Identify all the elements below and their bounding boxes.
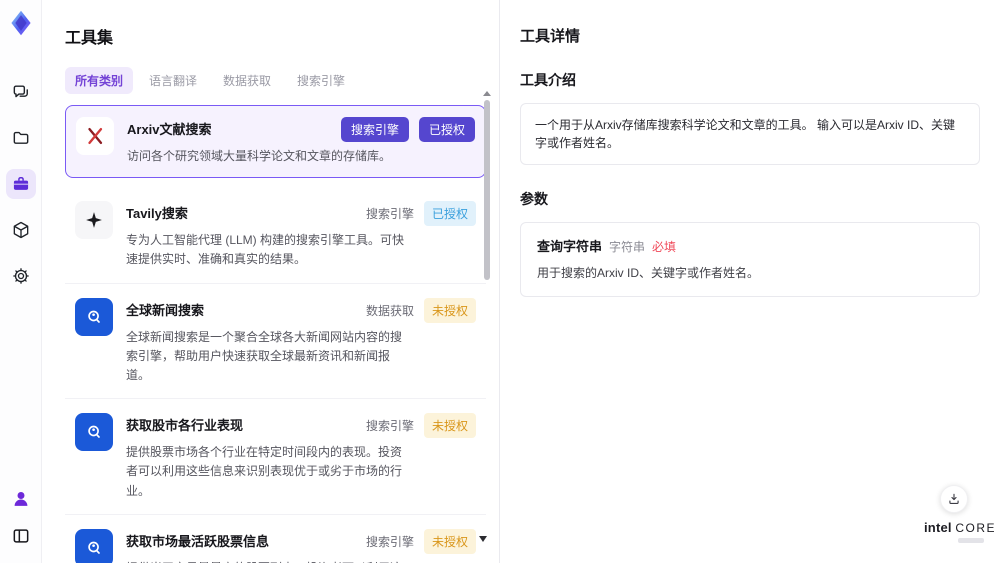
app-logo-icon xyxy=(5,7,37,39)
tool-title: Arxiv文献搜索 xyxy=(127,122,212,137)
status-badge: 未授权 xyxy=(423,413,476,439)
param-name: 查询字符串 xyxy=(537,239,603,254)
scroll-down-arrow-icon[interactable] xyxy=(479,536,487,542)
intro-text: 一个用于从Arxiv存储库搜索科学论文和文章的工具。 输入可以是Arxiv ID… xyxy=(520,103,980,165)
tool-description: 全球新闻搜索是一个聚合全球各大新闻网站内容的搜索引擎，帮助用户快速获取全球最新资… xyxy=(126,329,403,382)
scrollbar-thumb[interactable] xyxy=(484,100,490,280)
status-badge: 未授权 xyxy=(423,528,476,554)
left-rail xyxy=(0,0,42,563)
tool-title: Tavily搜索 xyxy=(126,206,188,222)
tool-card-most-active-stocks[interactable]: 获取市场最活跃股票信息 搜索引擎 未授权 提供当天交易量最高的股票列表。投资者可… xyxy=(65,514,486,563)
chat-icon[interactable] xyxy=(6,77,36,107)
status-badge: 已授权 xyxy=(423,201,476,227)
status-badge: 未授权 xyxy=(423,297,476,323)
brand-intel: intel xyxy=(924,520,952,535)
download-icon xyxy=(949,493,959,504)
tool-description: 访问各个研究领域大量科学论文和文章的存储库。 xyxy=(127,149,392,163)
param-type: 字符串 xyxy=(609,240,646,254)
param-required-label: 必填 xyxy=(652,240,677,254)
tool-list-panel: 工具集 所有类别 语言翻译 数据获取 搜索引擎 Arxiv文献搜索 搜索引擎 已… xyxy=(42,0,500,563)
tool-description: 专为人工智能代理 (LLM) 构建的搜索引擎工具。可快速提供实时、准确和真实的结… xyxy=(126,233,405,267)
brand-sub-mark xyxy=(958,538,984,543)
param-card: 查询字符串 字符串 必填 用于搜索的Arxiv ID、关键字或作者姓名。 xyxy=(520,222,980,297)
tool-description: 提供股票市场各个行业在特定时间段内的表现。投资者可以利用这些信息来识别表现优于或… xyxy=(126,445,403,498)
tool-title: 获取市场最活跃股票信息 xyxy=(126,533,270,549)
finance-search-icon xyxy=(75,413,113,452)
detail-title: 工具详情 xyxy=(520,28,581,45)
finance-search-icon xyxy=(75,297,113,336)
intro-heading: 工具介绍 xyxy=(520,72,576,88)
category-label: 搜索引擎 xyxy=(365,207,414,222)
intel-core-logo: intel core xyxy=(924,520,995,543)
tool-card-global-news[interactable]: 全球新闻搜索 数据获取 未授权 全球新闻搜索是一个聚合全球各大新闻网站内容的搜索… xyxy=(65,283,486,400)
finance-search-icon xyxy=(75,528,113,563)
folder-icon[interactable] xyxy=(6,123,36,153)
tool-card-tavily[interactable]: Tavily搜索 搜索引擎 已授权 专为人工智能代理 (LLM) 构建的搜索引擎… xyxy=(65,187,486,284)
status-badge[interactable]: 已授权 xyxy=(418,117,475,142)
tool-card-sector-performance[interactable]: 获取股市各行业表现 搜索引擎 未授权 提供股票市场各个行业在特定时间段内的表现。… xyxy=(65,399,486,515)
tool-title: 获取股市各行业表现 xyxy=(126,418,244,434)
cube-icon[interactable] xyxy=(6,215,36,245)
tab-data-fetch[interactable]: 数据获取 xyxy=(213,67,281,94)
page-title: 工具集 xyxy=(65,30,114,47)
app: 工具集 所有类别 语言翻译 数据获取 搜索引擎 Arxiv文献搜索 搜索引擎 已… xyxy=(0,0,1000,563)
tab-search-engine[interactable]: 搜索引擎 xyxy=(287,67,355,94)
user-icon[interactable] xyxy=(6,484,36,514)
tool-detail-panel: 工具详情 工具介绍 一个用于从Arxiv存储库搜索科学论文和文章的工具。 输入可… xyxy=(500,0,1000,563)
rail-bottom xyxy=(6,484,36,551)
brand-core: core xyxy=(955,521,997,535)
download-button[interactable] xyxy=(940,485,968,513)
category-label: 搜索引擎 xyxy=(365,419,414,434)
scroll-up-arrow-icon[interactable] xyxy=(483,91,491,96)
param-description: 用于搜索的Arxiv ID、关键字或作者姓名。 xyxy=(537,266,760,280)
gear-icon[interactable] xyxy=(6,261,36,291)
tab-all-categories[interactable]: 所有类别 xyxy=(65,67,134,94)
tool-title: 全球新闻搜索 xyxy=(126,302,205,318)
tool-card-arxiv[interactable]: Arxiv文献搜索 搜索引擎 已授权 访问各个研究领域大量科学论文和文章的存储库… xyxy=(65,105,486,179)
tool-description: 提供当天交易量最高的股票列表。投资者可以利用这些信息来识别流动性强的股票和潜在的… xyxy=(126,559,406,563)
category-tabs: 所有类别 语言翻译 数据获取 搜索引擎 xyxy=(65,67,499,94)
rail-nav xyxy=(5,77,36,291)
briefcase-icon[interactable] xyxy=(5,169,36,199)
tool-list: Arxiv文献搜索 搜索引擎 已授权 访问各个研究领域大量科学论文和文章的存储库… xyxy=(65,105,486,563)
tavily-star-icon xyxy=(75,201,113,240)
params-heading: 参数 xyxy=(520,191,548,207)
category-badge[interactable]: 搜索引擎 xyxy=(340,117,409,142)
tab-language-translation[interactable]: 语言翻译 xyxy=(139,67,207,94)
arxiv-icon xyxy=(76,117,114,155)
category-label: 搜索引擎 xyxy=(365,534,414,549)
sidebar-panel-icon[interactable] xyxy=(6,521,36,551)
category-label: 数据获取 xyxy=(365,303,414,318)
